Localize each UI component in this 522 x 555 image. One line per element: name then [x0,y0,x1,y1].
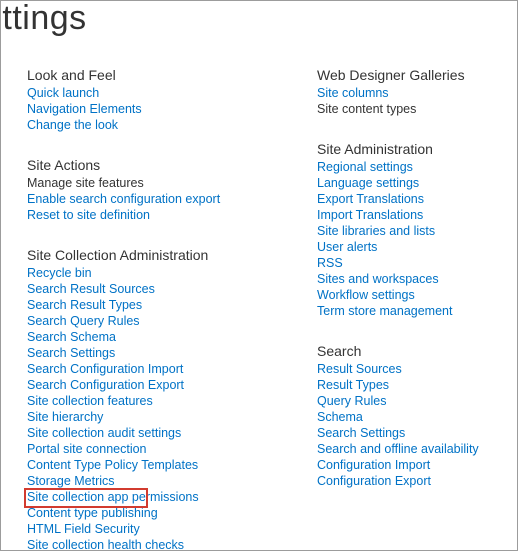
link-search-schema[interactable]: Search Schema [27,329,317,345]
section-heading: Web Designer Galleries [317,67,507,83]
link-site-collection-health-checks[interactable]: Site collection health checks [27,537,317,551]
link-query-rules[interactable]: Query Rules [317,393,507,409]
link-result-sources[interactable]: Result Sources [317,361,507,377]
link-content-type-policy-templates[interactable]: Content Type Policy Templates [27,457,317,473]
link-result-types[interactable]: Result Types [317,377,507,393]
settings-columns: Look and Feel Quick launchNavigation Elem… [27,67,509,551]
link-search-result-types[interactable]: Search Result Types [27,297,317,313]
link-reset-to-site-definition[interactable]: Reset to site definition [27,207,317,223]
section-heading: Look and Feel [27,67,317,83]
link-change-the-look[interactable]: Change the look [27,117,317,133]
link-enable-search-configuration-export[interactable]: Enable search configuration export [27,191,317,207]
left-column: Look and Feel Quick launchNavigation Elem… [27,67,317,551]
link-quick-launch[interactable]: Quick launch [27,85,317,101]
link-workflow-settings[interactable]: Workflow settings [317,287,507,303]
section-heading: Site Administration [317,141,507,157]
link-sites-and-workspaces[interactable]: Sites and workspaces [317,271,507,287]
link-regional-settings[interactable]: Regional settings [317,159,507,175]
page-title: ettings [0,0,87,38]
link-content-type-publishing[interactable]: Content type publishing [27,505,317,521]
link-schema[interactable]: Schema [317,409,507,425]
link-search-configuration-import[interactable]: Search Configuration Import [27,361,317,377]
section-web-designer-galleries: Web Designer Galleries Site columnsSite c… [317,67,507,117]
link-search-result-sources[interactable]: Search Result Sources [27,281,317,297]
section-site-collection-administration: Site Collection Administration Recycle bi… [27,247,317,551]
link-search-settings[interactable]: Search Settings [317,425,507,441]
section-heading: Search [317,343,507,359]
link-search-query-rules[interactable]: Search Query Rules [27,313,317,329]
link-search-configuration-export[interactable]: Search Configuration Export [27,377,317,393]
section-heading: Site Collection Administration [27,247,317,263]
link-export-translations[interactable]: Export Translations [317,191,507,207]
link-site-collection-audit-settings[interactable]: Site collection audit settings [27,425,317,441]
link-import-translations[interactable]: Import Translations [317,207,507,223]
section-site-administration: Site Administration Regional settingsLang… [317,141,507,319]
section-site-actions: Site Actions Manage site featuresEnable s… [27,157,317,223]
link-search-and-offline-availability[interactable]: Search and offline availability [317,441,507,457]
link-html-field-security[interactable]: HTML Field Security [27,521,317,537]
link-configuration-export[interactable]: Configuration Export [317,473,507,489]
right-column: Web Designer Galleries Site columnsSite c… [317,67,507,551]
link-language-settings[interactable]: Language settings [317,175,507,191]
link-storage-metrics[interactable]: Storage Metrics [27,473,317,489]
link-recycle-bin[interactable]: Recycle bin [27,265,317,281]
link-site-collection-features[interactable]: Site collection features [27,393,317,409]
link-user-alerts[interactable]: User alerts [317,239,507,255]
link-site-libraries-and-lists[interactable]: Site libraries and lists [317,223,507,239]
section-look-and-feel: Look and Feel Quick launchNavigation Elem… [27,67,317,133]
link-portal-site-connection[interactable]: Portal site connection [27,441,317,457]
link-site-collection-app-permissions[interactable]: Site collection app permissions [27,489,317,505]
link-site-columns[interactable]: Site columns [317,85,507,101]
link-search-settings[interactable]: Search Settings [27,345,317,361]
section-heading: Site Actions [27,157,317,173]
link-site-hierarchy[interactable]: Site hierarchy [27,409,317,425]
link-site-content-types: Site content types [317,101,507,117]
link-rss[interactable]: RSS [317,255,507,271]
link-manage-site-features: Manage site features [27,175,317,191]
link-configuration-import[interactable]: Configuration Import [317,457,507,473]
link-term-store-management[interactable]: Term store management [317,303,507,319]
section-search: Search Result SourcesResult TypesQuery Ru… [317,343,507,489]
link-navigation-elements[interactable]: Navigation Elements [27,101,317,117]
settings-page-frame: ettings Look and Feel Quick launchNavigat… [0,0,518,551]
